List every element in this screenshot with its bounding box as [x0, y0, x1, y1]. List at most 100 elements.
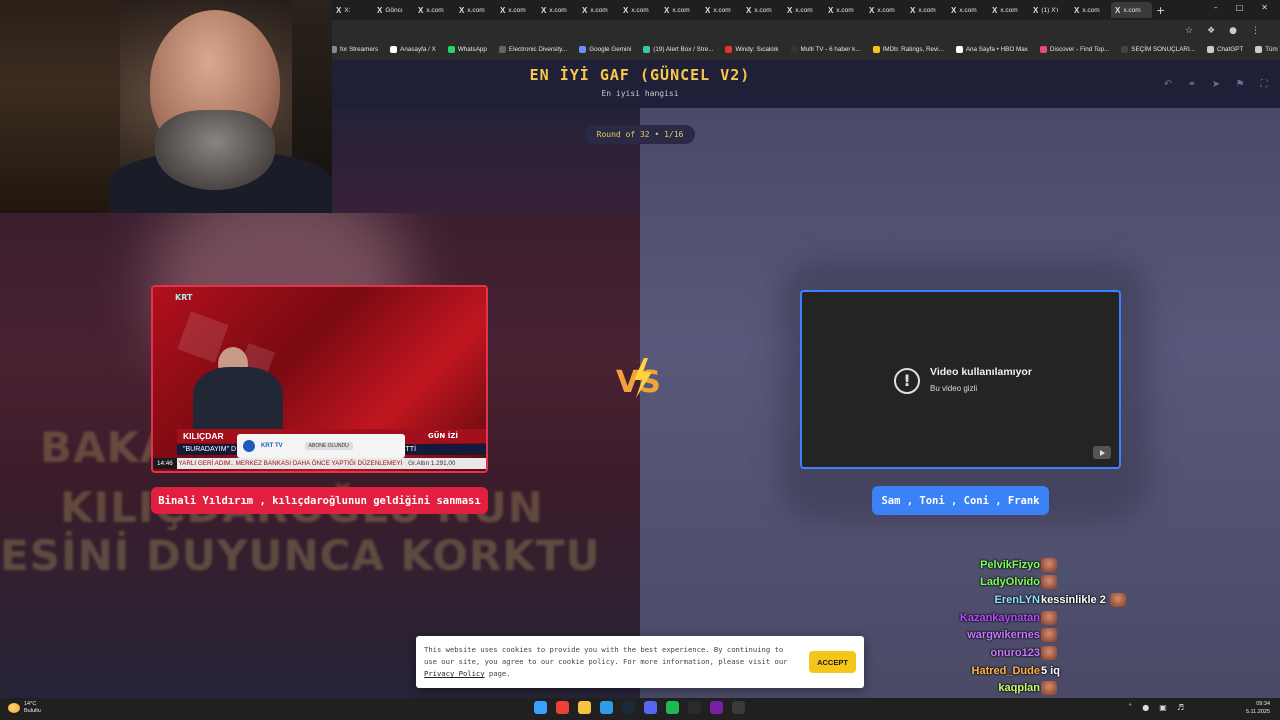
chat-username[interactable]: kaqplan — [998, 682, 1040, 694]
bookmark-favicon-icon — [498, 45, 506, 53]
browser-tab[interactable]: Xx.com — [824, 2, 865, 18]
chat-username[interactable]: onuro123 — [990, 647, 1040, 659]
chat-emote-icon — [1109, 592, 1126, 607]
bookmark-item[interactable]: Ana Sayfa • HBO Max — [955, 45, 1028, 53]
obs-icon[interactable] — [732, 701, 745, 714]
bookmark-favicon-icon — [790, 45, 798, 53]
next-app-icon[interactable] — [710, 701, 723, 714]
windows-start-icon[interactable] — [534, 701, 547, 714]
browser-tab[interactable]: X Göncı — [373, 2, 414, 18]
browser-tab[interactable]: Xx.com — [496, 2, 537, 18]
browser-tab[interactable]: Xx.com — [537, 2, 578, 18]
chat-emote-icon — [1041, 681, 1057, 696]
browser-tab[interactable]: Xx.com — [1111, 2, 1152, 18]
fullscreen-icon[interactable]: ⛶ — [1256, 76, 1272, 92]
spotify-icon[interactable] — [666, 701, 679, 714]
bookmark-item[interactable]: for Streamers — [330, 45, 378, 53]
browser-tab[interactable]: Xx.com — [906, 2, 947, 18]
chat-message: kaqplan — [998, 680, 1040, 697]
streamer-beard — [155, 110, 275, 190]
close-window-button[interactable]: ✕ — [1261, 3, 1268, 12]
menu-icon[interactable]: ⋮ — [1251, 26, 1260, 36]
bookmark-label: Anasayfa / X — [400, 45, 436, 53]
browser-tab[interactable]: X X: — [332, 2, 373, 18]
bookmark-favicon-icon — [955, 45, 963, 53]
bookmark-item[interactable]: (19) Alert Box / Stre... — [643, 45, 713, 53]
chat-text: 5 iq — [1041, 664, 1060, 677]
bookmark-item[interactable]: Tüm Yer İşaretleri — [1255, 45, 1280, 53]
chat-username[interactable]: PelvikFizyo — [980, 559, 1040, 571]
browser-tab[interactable]: Xx.com — [783, 2, 824, 18]
bookmark-item[interactable]: ChatGPT — [1206, 45, 1243, 53]
flag-icon[interactable]: ⚑ — [1232, 76, 1248, 92]
ticker-time: 14:46 — [153, 458, 177, 469]
browser-tab[interactable]: Xx.com — [865, 2, 906, 18]
youtube-icon[interactable] — [1093, 446, 1111, 459]
extensions-icon[interactable]: ❖ — [1207, 26, 1215, 36]
bookmark-item[interactable]: IMDb: Ratings, Revi... — [872, 45, 944, 53]
discord-icon[interactable] — [644, 701, 657, 714]
chat-username[interactable]: LadyOlvido — [980, 576, 1040, 588]
chat-username[interactable]: Hatred_Dude — [972, 665, 1040, 677]
mic-icon[interactable]: ● — [1142, 703, 1149, 712]
browser-tab[interactable]: Xx.com — [988, 2, 1029, 18]
chat-message-body: kessinlikle 2 — [1041, 591, 1126, 608]
bookmark-item[interactable]: Windy: Sıcaklık — [725, 45, 779, 53]
x-logo-icon: X — [951, 5, 957, 15]
weather-widget[interactable]: 14°C Bulutlu — [8, 701, 41, 715]
bookmark-label: WhatsApp — [457, 45, 487, 53]
bookmark-label: SEÇİM SONUÇLARI... — [1131, 45, 1195, 53]
browser-tab[interactable]: Xx.com — [742, 2, 783, 18]
accept-cookies-button[interactable]: ACCEPT — [809, 651, 856, 673]
bookmark-item[interactable]: WhatsApp — [447, 45, 487, 53]
maximize-button[interactable]: □ — [1236, 3, 1244, 12]
chrome-icon[interactable] — [556, 701, 569, 714]
browser-tab[interactable]: Xx.com — [1070, 2, 1111, 18]
minimize-button[interactable]: – — [1214, 3, 1218, 12]
network-icon[interactable]: ▣ — [1159, 703, 1167, 712]
left-choice-button[interactable]: Binali Yıldırım , kılıçdaroğlunun geldiğ… — [151, 487, 488, 514]
x-logo-icon: X — [828, 5, 834, 15]
browser-tab[interactable]: Xx.com — [619, 2, 660, 18]
left-video-player[interactable]: KRT KILIÇDAR GÜN İZİ "BURADAYIM" DENNETT… — [151, 285, 488, 473]
taskbar-clock[interactable]: 09:34 5.11.2025 — [1246, 700, 1270, 716]
bookmark-item[interactable]: Google Gemini — [579, 45, 631, 53]
bookmark-label: Windy: Sıcaklık — [735, 45, 779, 53]
browser-tab[interactable]: Xx.com — [414, 2, 455, 18]
browser-tab[interactable]: Xx.com — [660, 2, 701, 18]
chat-username[interactable]: wargwikernes — [967, 629, 1040, 641]
background-caption-line-3: ESİNİ DUYUNCA KORKTU — [0, 531, 601, 580]
send-icon[interactable]: ➤ — [1208, 76, 1224, 92]
bookmark-item[interactable]: Electronic Diversity... — [498, 45, 567, 53]
subscribe-overlay[interactable]: KRT TV ABONE OLUNDU — [237, 434, 405, 458]
browser-tab[interactable]: Xx.com — [947, 2, 988, 18]
chevron-up-icon[interactable]: ˄ — [1128, 703, 1132, 712]
edge-icon[interactable] — [600, 701, 613, 714]
browser-tab[interactable]: X (1) X'ı — [1029, 2, 1070, 18]
bookmark-item[interactable]: Discover - Find Top... — [1039, 45, 1109, 53]
file-explorer-icon[interactable] — [578, 701, 591, 714]
privacy-policy-link[interactable]: Privacy Policy — [424, 669, 485, 678]
browser-tab[interactable]: Xx.com — [455, 2, 496, 18]
profile-icon[interactable]: ● — [1229, 26, 1237, 36]
browser-tab[interactable]: Xx.com — [578, 2, 619, 18]
subscribe-button[interactable]: ABONE OLUNDU — [304, 442, 353, 450]
bookmark-item[interactable]: Anasayfa / X — [390, 45, 436, 53]
epic-games-icon[interactable] — [688, 701, 701, 714]
link-icon[interactable]: ⚭ — [1184, 76, 1200, 92]
browser-tab[interactable]: Xx.com — [701, 2, 742, 18]
volume-icon[interactable]: ♬ — [1177, 703, 1184, 712]
chat-username[interactable]: ErenLYN — [995, 594, 1040, 606]
right-video-player[interactable]: ! Video kullanılamıyor Bu video gizli — [800, 290, 1121, 469]
bookmark-item[interactable]: SEÇİM SONUÇLARI... — [1121, 45, 1195, 53]
video-unavailable-subtitle: Bu video gizli — [930, 384, 978, 393]
bookmark-label: IMDb: Ratings, Revi... — [882, 45, 944, 53]
bookmark-item[interactable]: Multi TV - 6 haber k... — [790, 45, 861, 53]
chat-username[interactable]: Kazankaynatan — [960, 612, 1040, 624]
star-icon[interactable]: ☆ — [1185, 26, 1193, 36]
steam-icon[interactable] — [622, 701, 635, 714]
right-choice-button[interactable]: Sam , Toni , Coni , Frank — [872, 486, 1049, 515]
undo-icon[interactable]: ↶ — [1160, 76, 1176, 92]
new-tab-button[interactable]: + — [1156, 4, 1165, 17]
x-logo-icon: X — [1033, 5, 1039, 15]
